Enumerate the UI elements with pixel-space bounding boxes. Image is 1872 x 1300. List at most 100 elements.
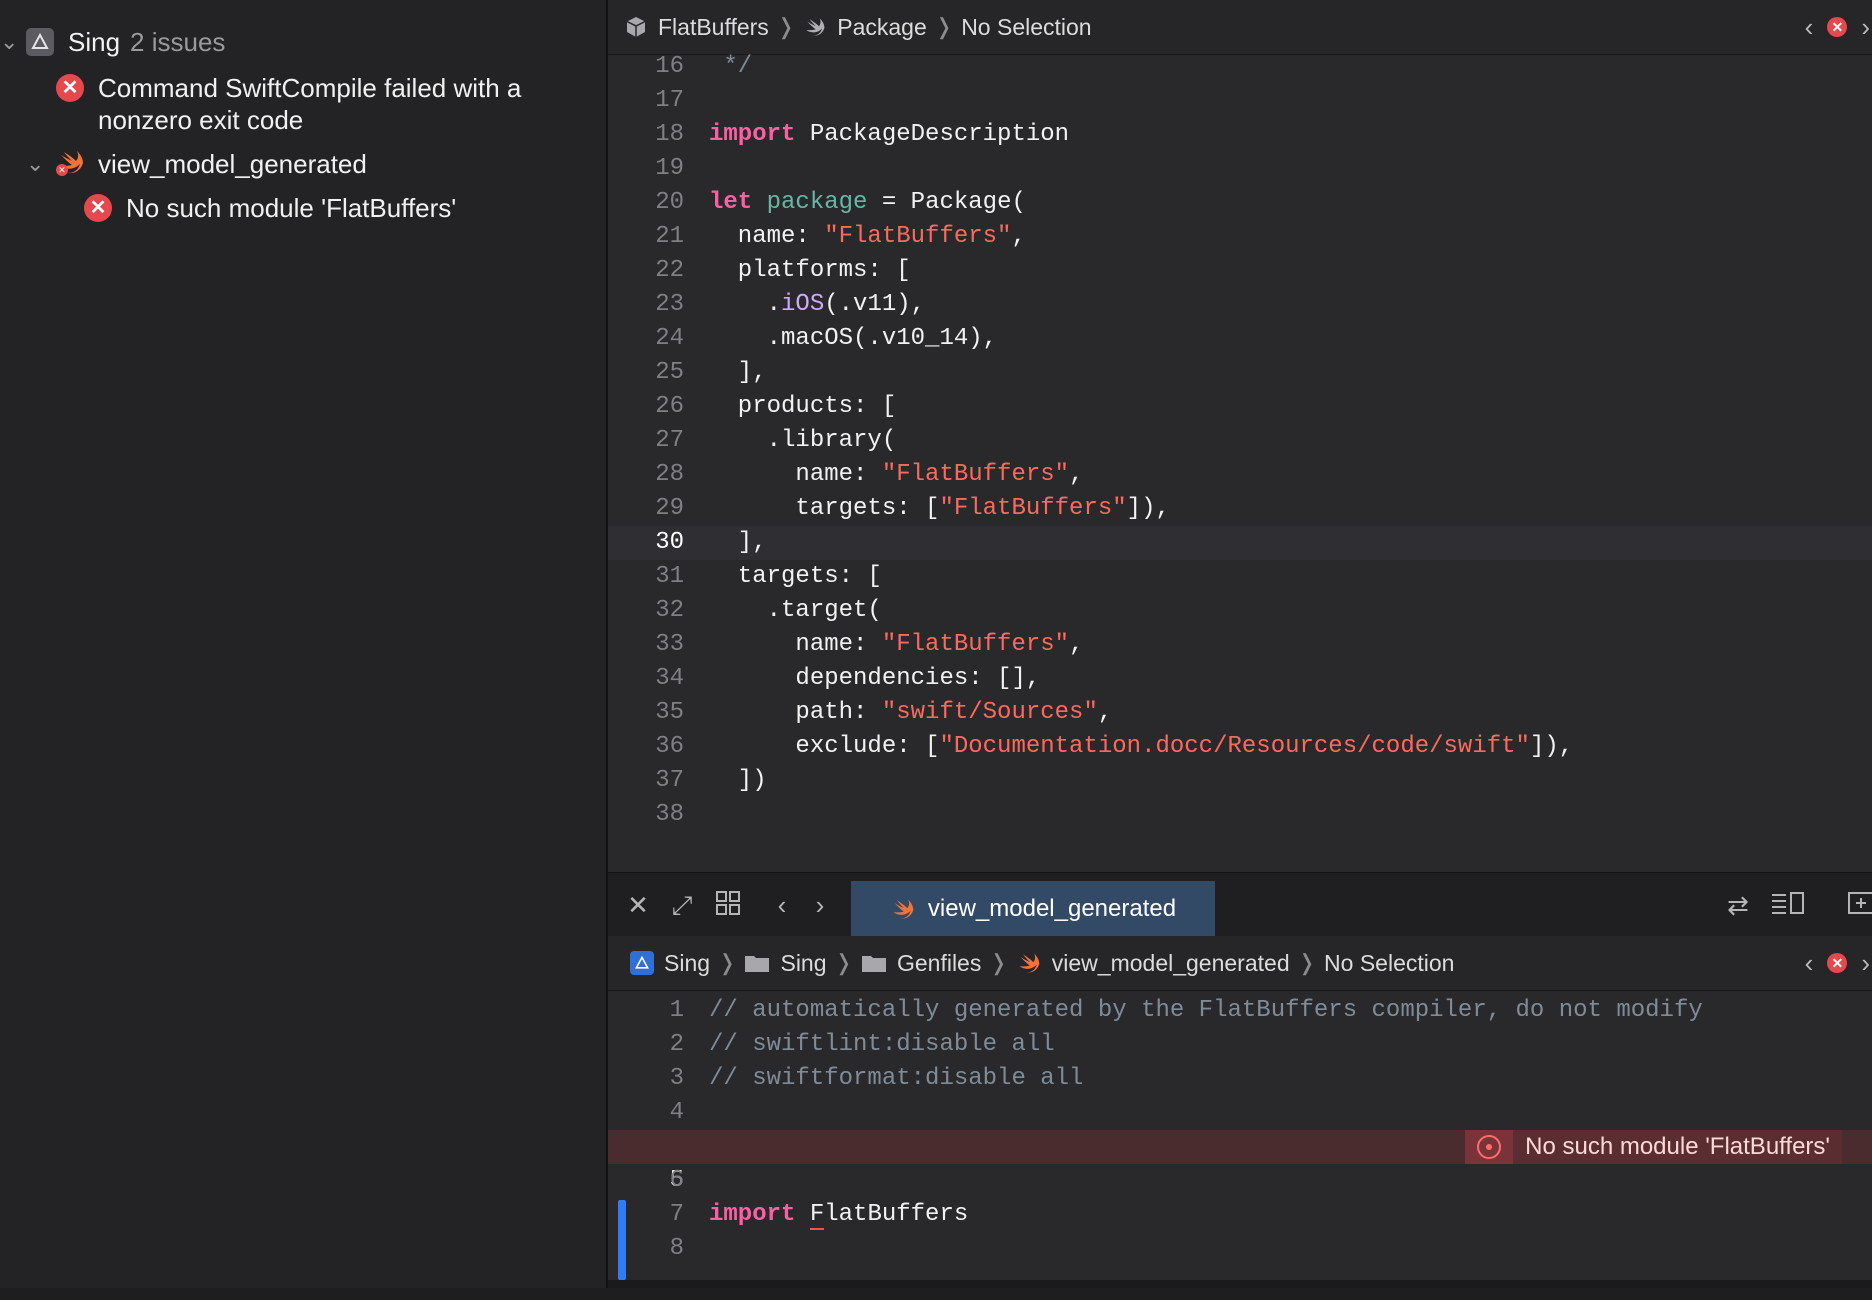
code-line: 26 products: [ <box>655 393 897 420</box>
code-line: 18 import PackageDescription <box>655 121 1070 148</box>
chevron-right-icon: ❭ <box>776 14 796 39</box>
chevron-right-icon: ❭ <box>1297 950 1317 975</box>
xcode-project-icon <box>26 28 54 56</box>
tab-label: view_model_generated <box>927 895 1177 922</box>
issue-text-line1: Command SwiftCompile failed with a <box>98 73 522 103</box>
issue-count: 2 issues <box>130 27 226 57</box>
folder-icon <box>745 956 770 972</box>
code-line: 2// swiftlint:disable all <box>669 1031 1055 1058</box>
issue-navigator: ⌄ Sing 2 issues ✕ Command SwiftCompile f… <box>0 0 606 1288</box>
code-line: 28 name: "FlatBuffers", <box>655 461 1084 488</box>
issue-text-line2: nonzero exit code <box>98 105 304 135</box>
editor-bottom: Sing ❭ Sing ❭ Genfiles ❭ view_model_gene… <box>608 936 1872 1280</box>
code-line: 20 let package = Package( <box>655 189 1026 216</box>
breadcrumb-project[interactable]: Sing <box>630 950 710 977</box>
xcode-project-icon <box>630 951 654 975</box>
code-line: 1// automatically generated by the FlatB… <box>669 997 1703 1024</box>
error-icon: ✕ <box>56 74 84 102</box>
previous-issue-icon[interactable]: ‹ <box>1805 948 1814 979</box>
package-icon <box>626 17 646 37</box>
issue-text: No such module 'FlatBuffers' <box>126 193 457 223</box>
code-line: 38 <box>655 801 684 828</box>
breadcrumb-label: FlatBuffers <box>658 13 769 40</box>
code-line: 22 platforms: [ <box>655 257 911 284</box>
breadcrumb-label: Sing <box>664 949 711 976</box>
back-icon[interactable]: ‹ <box>766 889 798 921</box>
jump-bar: FlatBuffers ❭ Package ❭ No Selection ‹ ✕… <box>608 0 1872 55</box>
previous-issue-icon[interactable]: ‹ <box>1805 12 1814 43</box>
horizontal-scrollbar[interactable] <box>608 1280 1872 1288</box>
breadcrumb-folder[interactable]: Genfiles <box>861 950 981 977</box>
breadcrumb-file[interactable]: Package <box>803 14 927 41</box>
breadcrumb-label: No Selection <box>1324 949 1455 976</box>
chevron-down-icon[interactable]: ⌄ <box>26 148 48 180</box>
breadcrumb-selection[interactable]: No Selection <box>1324 950 1454 977</box>
code-line: 32 .target( <box>655 597 882 624</box>
code-line: 33 name: "FlatBuffers", <box>655 631 1084 658</box>
swift-icon <box>1019 953 1040 973</box>
error-target-icon <box>1465 1130 1514 1164</box>
code-line-error: 5 import FlatBuffers No such module 'Fla… <box>608 1130 1872 1230</box>
editor-top: FlatBuffers ❭ Package ❭ No Selection ‹ ✕… <box>608 0 1872 872</box>
next-issue-icon[interactable]: › <box>1861 12 1870 43</box>
add-editor-icon[interactable] <box>1844 889 1872 921</box>
issue-group-label: view_model_generated <box>98 149 367 179</box>
code-line: 6 <box>669 1167 684 1194</box>
close-editor-icon[interactable]: ✕ <box>622 889 654 921</box>
chevron-down-icon[interactable]: ⌄ <box>0 26 20 58</box>
editor-tab-bar: ✕ ⤢ ‹ › view_model_generated ⇄ <box>608 872 1872 938</box>
code-line: 19 <box>655 155 684 182</box>
chevron-right-icon: ❭ <box>934 14 954 39</box>
error-annotation[interactable]: No such module 'FlatBuffers' <box>1465 1130 1842 1164</box>
code-line: 37 ]) <box>655 767 767 794</box>
code-line: 4 <box>669 1099 684 1126</box>
code-line: 27 .library( <box>655 427 897 454</box>
breadcrumb-file[interactable]: view_model_generated <box>1016 950 1290 977</box>
issue-group-file[interactable]: ⌄ ✕ view_model_generated <box>26 148 367 183</box>
change-indicator <box>618 1200 626 1280</box>
issue-group-project[interactable]: ⌄ Sing 2 issues <box>0 26 225 58</box>
chevron-right-icon: ❭ <box>718 950 737 975</box>
project-name: Sing <box>68 27 121 57</box>
error-annotation-text: No such module 'FlatBuffers' <box>1525 1133 1830 1160</box>
code-line: 21 name: "FlatBuffers", <box>655 223 1026 250</box>
code-line: 7 <box>669 1201 684 1228</box>
jump-bar-controls: ‹ ✕ › <box>1805 0 1872 54</box>
chevron-right-icon: ❭ <box>989 950 1008 975</box>
jump-bar: Sing ❭ Sing ❭ Genfiles ❭ view_model_gene… <box>608 936 1872 991</box>
code-line: 29 targets: ["FlatBuffers"]), <box>655 495 1170 522</box>
error-count-icon[interactable]: ✕ <box>1827 17 1848 37</box>
grid-icon[interactable] <box>712 889 744 921</box>
tab-view-model-generated[interactable]: view_model_generated <box>851 881 1215 937</box>
jump-bar-controls: ‹ ✕ › <box>1805 936 1872 990</box>
code-line-current: 30 ], <box>608 526 1872 560</box>
swift-icon <box>893 899 914 919</box>
swap-icon[interactable]: ⇄ <box>1722 889 1754 921</box>
breadcrumb-package[interactable]: FlatBuffers <box>624 14 769 41</box>
breadcrumb-selection[interactable]: No Selection <box>961 14 1091 41</box>
code-line: 25 ], <box>655 359 767 386</box>
breadcrumb-label: Genfiles <box>896 949 982 976</box>
expand-icon[interactable]: ⤢ <box>666 889 698 921</box>
code-line: 3// swiftformat:disable all <box>669 1065 1084 1092</box>
issue-item-swiftcompile[interactable]: ✕ Command SwiftCompile failed with a non… <box>56 72 521 136</box>
issue-item-no-module[interactable]: ✕ No such module 'FlatBuffers' <box>84 192 456 224</box>
code-line: 34 dependencies: [], <box>655 665 1041 692</box>
chevron-right-icon: ❭ <box>834 950 853 975</box>
forward-icon[interactable]: › <box>804 889 836 921</box>
code-line: 17 <box>655 87 684 114</box>
breadcrumb-folder[interactable]: Sing <box>744 949 827 977</box>
breadcrumb-label: Package <box>837 13 927 40</box>
code-line: 8 <box>669 1235 684 1262</box>
next-issue-icon[interactable]: › <box>1861 948 1870 979</box>
code-line: 24 .macOS(.v10_14), <box>655 325 998 352</box>
code-line: 31 targets: [ <box>655 563 882 590</box>
code-line: 35 path: "swift/Sources", <box>655 699 1113 726</box>
code-line: 16 */ <box>655 53 753 80</box>
folder-icon <box>861 956 886 972</box>
swift-icon <box>806 18 825 36</box>
breadcrumb-label: Sing <box>780 949 827 976</box>
error-icon: ✕ <box>84 194 112 222</box>
error-count-icon[interactable]: ✕ <box>1827 953 1848 973</box>
editor-options-icon[interactable] <box>1770 889 1804 921</box>
